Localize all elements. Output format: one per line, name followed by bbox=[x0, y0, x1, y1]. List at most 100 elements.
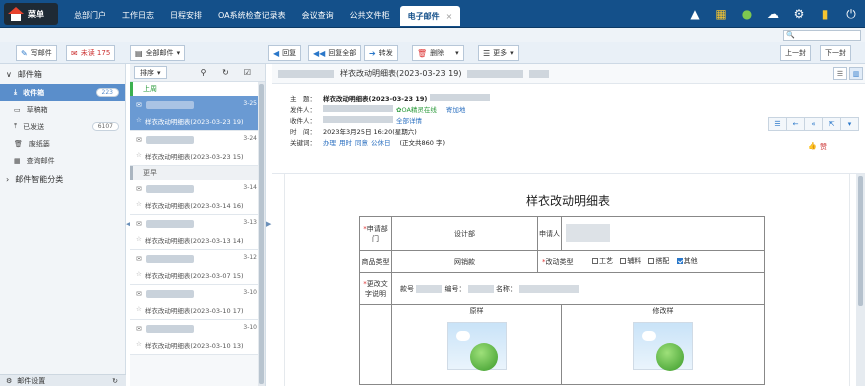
star-icon[interactable]: ☆ bbox=[136, 151, 142, 161]
menu-icon[interactable]: ☰ bbox=[768, 117, 787, 131]
forward-button[interactable]: ➔ 转发 bbox=[364, 45, 398, 61]
reply-all-icon[interactable]: « bbox=[804, 117, 823, 131]
chevron-down-icon[interactable]: ▾ bbox=[840, 117, 859, 131]
tab-work-log[interactable]: 工作日志 bbox=[116, 7, 160, 26]
settings-icon: ⚙ bbox=[6, 376, 13, 385]
checkbox[interactable] bbox=[591, 258, 598, 264]
delete-button[interactable]: 🗑 删除 ▾ bbox=[412, 45, 464, 61]
sender-link[interactable]: 寄加地 bbox=[446, 104, 466, 114]
checkbox-checked[interactable] bbox=[676, 258, 683, 264]
option-label: 辅料 bbox=[627, 257, 642, 265]
search-input[interactable]: 🔍 bbox=[783, 30, 861, 41]
more-dropdown[interactable]: ☰ 更多 ▾ bbox=[478, 45, 519, 61]
smart-category-header[interactable]: › 邮件智能分类 bbox=[0, 169, 125, 189]
power-icon[interactable]: ⏻ bbox=[843, 6, 859, 22]
reader-title-bar: 样衣改动明细表(2023-03-23 19) ☰ ▥ bbox=[272, 64, 865, 84]
list-item[interactable]: ✉ 3-25 ☆ 样衣改动明细表(2023-03-23 19) bbox=[130, 96, 265, 131]
apps-icon[interactable]: ▦ bbox=[713, 6, 729, 22]
option-craft[interactable]: 工艺 bbox=[591, 256, 613, 266]
option-accessory[interactable]: 辅料 bbox=[620, 256, 641, 266]
refresh-icon[interactable]: ↻ bbox=[219, 66, 233, 79]
original-sample-image[interactable] bbox=[446, 322, 507, 371]
tab-meeting-query[interactable]: 会议查询 bbox=[296, 7, 340, 26]
next-mail-button[interactable]: 下一封 bbox=[820, 45, 851, 61]
title-redacted bbox=[529, 69, 550, 78]
star-icon[interactable]: ☆ bbox=[136, 200, 142, 210]
sender-redacted bbox=[145, 101, 194, 109]
sort-dropdown[interactable]: 排序 ▾ bbox=[134, 66, 167, 79]
prev-mail-button[interactable]: 上一封 bbox=[780, 45, 811, 61]
star-icon[interactable]: ☆ bbox=[136, 270, 142, 280]
star-icon[interactable]: ☆ bbox=[136, 116, 142, 126]
reply-all-button[interactable]: ◀◀ 回复全部 bbox=[308, 45, 362, 61]
popout-icon[interactable]: ⇱ bbox=[822, 117, 841, 131]
menu-button[interactable]: 菜单 bbox=[4, 3, 58, 25]
sidebar-item-label: 草稿箱 bbox=[26, 105, 48, 114]
pane-split-handle[interactable]: ▶ bbox=[266, 220, 271, 228]
clipboard-icon[interactable]: ▮ bbox=[817, 6, 833, 22]
checkbox[interactable] bbox=[648, 258, 655, 264]
list-item[interactable]: ✉ 3-14 ☆ 样衣改动明细表(2023-03-14 16) bbox=[130, 180, 265, 215]
all-mail-dropdown[interactable]: ▤ 全部邮件 ▾ bbox=[130, 45, 186, 61]
unread-button[interactable]: ✉ 未读 175 bbox=[66, 45, 116, 61]
envelope-icon: ✉ bbox=[136, 185, 142, 193]
close-icon[interactable]: × bbox=[446, 12, 453, 21]
keyword-tag[interactable]: 用时 bbox=[339, 137, 352, 147]
style-no-label: 款号 bbox=[400, 284, 414, 293]
keyword-tag[interactable]: 公休日 bbox=[371, 137, 391, 147]
user-icon[interactable]: ● bbox=[739, 6, 755, 22]
sidebar-item-search-mail[interactable]: ▦ 查询邮件 bbox=[0, 152, 125, 169]
modified-sample-image[interactable] bbox=[633, 322, 693, 371]
scrollbar-thumb[interactable] bbox=[858, 176, 863, 306]
reply-icon[interactable]: ← bbox=[786, 117, 805, 131]
reader-scrollbar[interactable] bbox=[856, 174, 865, 386]
mail-settings[interactable]: ⚙ 邮件设置 ↻ bbox=[0, 374, 126, 386]
subject-row: 主 题： 样衣改动明细表(2023-03-23 19) bbox=[290, 92, 865, 103]
refresh-icon[interactable]: ↻ bbox=[112, 377, 118, 385]
tab-email[interactable]: 电子邮件 × bbox=[399, 6, 461, 26]
sidebar-item-drafts[interactable]: ▭ 草稿箱 bbox=[0, 101, 125, 118]
split-view-icon[interactable]: ▥ bbox=[849, 67, 863, 80]
cloud-icon[interactable]: ☁ bbox=[765, 6, 781, 22]
sender-redacted bbox=[145, 220, 194, 228]
mail-subject: 样衣改动明细表(2023-03-23 15) bbox=[144, 153, 244, 161]
tab-portal[interactable]: 总部门户 bbox=[68, 7, 112, 26]
list-item[interactable]: ✉ 3-10 ☆ 样衣改动明细表(2023-03-10 13) bbox=[130, 320, 265, 355]
sidebar-item-sent[interactable]: ⤒ 已发送 6107 bbox=[0, 118, 125, 135]
keyword-tag[interactable]: 办理 bbox=[323, 137, 336, 147]
select-icon[interactable]: ☑ bbox=[241, 66, 255, 79]
reply-button[interactable]: ◀ 回复 bbox=[268, 45, 302, 61]
envelope-icon: ✉ bbox=[136, 101, 142, 109]
tab-oa-check[interactable]: OA系统检查记录表 bbox=[212, 7, 292, 26]
option-match[interactable]: 搭配 bbox=[648, 256, 669, 266]
sent-count-badge: 6107 bbox=[91, 122, 119, 131]
list-item[interactable]: ✉ 3-24 ☆ 样衣改动明细表(2023-03-23 15) bbox=[130, 131, 265, 166]
scrollbar-thumb[interactable] bbox=[259, 84, 264, 384]
name-label: 名称： bbox=[495, 284, 517, 293]
search-icon[interactable]: ⚲ bbox=[197, 66, 211, 79]
chevron-down-icon[interactable]: ▾ bbox=[455, 49, 459, 57]
mail-list-scrollbar[interactable] bbox=[258, 82, 265, 386]
sidebar-item-trash[interactable]: 🗑 废纸篓 bbox=[0, 135, 125, 152]
list-item[interactable]: ✉ 3-13 ☆ 样衣改动明细表(2023-03-13 14) bbox=[130, 215, 265, 250]
mailbox-header[interactable]: ∨ 邮件箱 bbox=[0, 64, 125, 84]
tab-schedule[interactable]: 日程安排 bbox=[164, 7, 208, 26]
sender-redacted bbox=[145, 325, 194, 333]
notification-icon[interactable]: ▲ bbox=[687, 6, 703, 22]
write-mail-button[interactable]: ✎ 写邮件 bbox=[16, 45, 57, 61]
tab-public-files[interactable]: 公共文件柜 bbox=[344, 7, 396, 26]
star-icon[interactable]: ☆ bbox=[136, 305, 142, 315]
keyword-tag[interactable]: 同意 bbox=[355, 137, 368, 147]
list-item[interactable]: ✉ 3-12 ☆ 样衣改动明细表(2023-03-07 15) bbox=[130, 250, 265, 285]
like-button[interactable]: 👍 赞 bbox=[808, 142, 827, 152]
sidebar-item-inbox[interactable]: ⤓ 收件箱 223 bbox=[0, 84, 125, 101]
option-other[interactable]: 其他 bbox=[676, 256, 698, 266]
list-view-icon[interactable]: ☰ bbox=[833, 67, 847, 80]
gear-icon[interactable]: ⚙ bbox=[791, 6, 807, 22]
star-icon[interactable]: ☆ bbox=[136, 340, 142, 350]
list-item[interactable]: ✉ 3-10 ☆ 样衣改动明细表(2023-03-10 17) bbox=[130, 285, 265, 320]
thumbs-up-icon: 👍 bbox=[808, 142, 817, 150]
receiver-details-link[interactable]: 全部详情 bbox=[396, 115, 422, 125]
star-icon[interactable]: ☆ bbox=[136, 235, 142, 245]
checkbox[interactable] bbox=[620, 258, 627, 264]
